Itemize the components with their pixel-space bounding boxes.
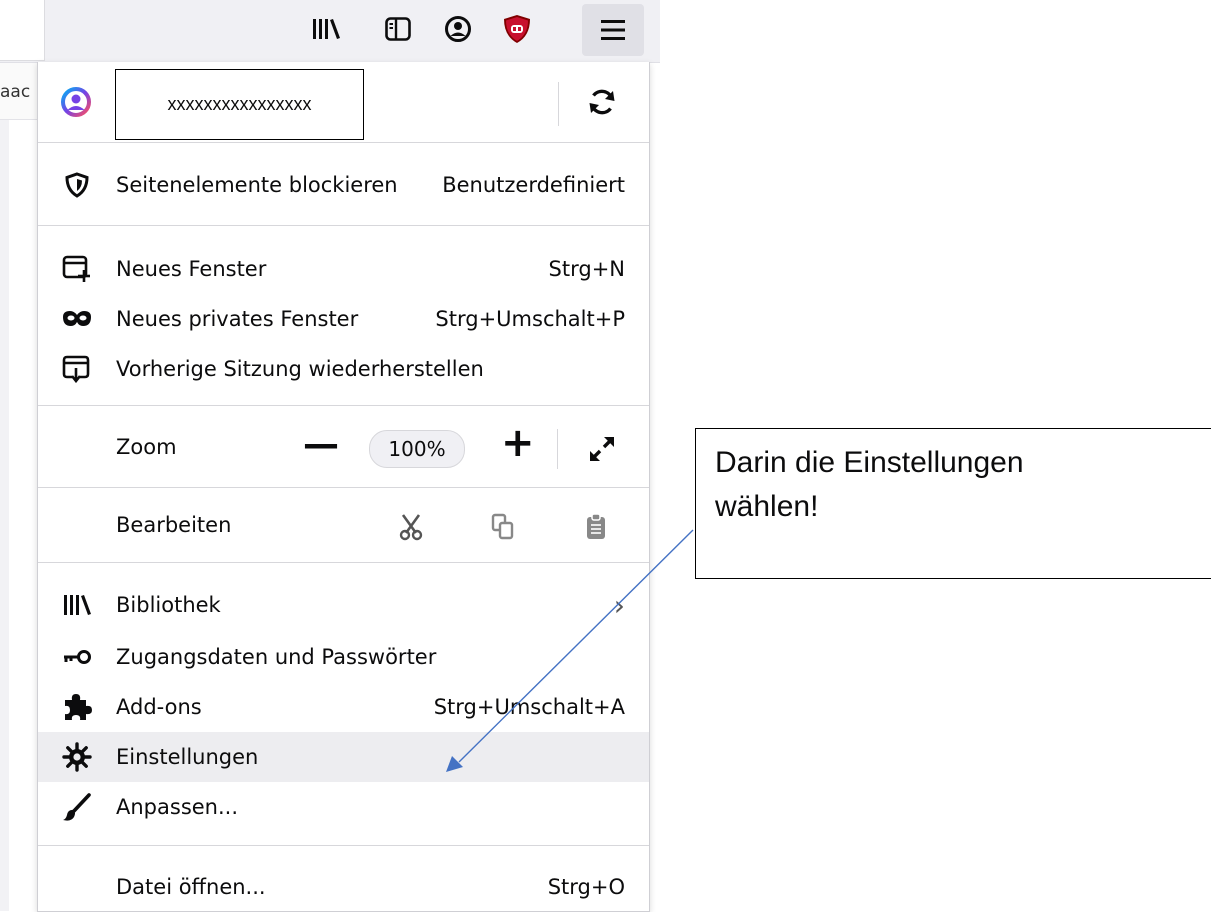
settings-item[interactable]: Einstellungen bbox=[38, 732, 649, 782]
addons-label: Add-ons bbox=[116, 695, 202, 719]
annotation-line-1: Darin die Einstellungen bbox=[715, 446, 1024, 479]
sidebar-icon[interactable] bbox=[378, 8, 418, 50]
hamburger-menu-icon[interactable] bbox=[582, 4, 644, 56]
paintbrush-icon bbox=[59, 789, 95, 825]
open-file-label: Datei öffnen... bbox=[116, 875, 266, 899]
addons-shortcut: Strg+Umschalt+A bbox=[433, 695, 625, 719]
tracking-label: Seitenelemente blockieren bbox=[116, 173, 398, 197]
cut-icon[interactable] bbox=[393, 509, 429, 545]
zoom-reset-button[interactable]: 100% bbox=[369, 430, 465, 468]
new-window-icon bbox=[59, 251, 95, 287]
shield-icon bbox=[59, 167, 95, 203]
restore-session-icon bbox=[59, 351, 95, 387]
account-icon[interactable] bbox=[438, 8, 478, 50]
key-icon bbox=[59, 639, 95, 675]
open-file-shortcut: Strg+O bbox=[547, 875, 625, 899]
private-window-item[interactable]: Neues privates Fenster Strg+Umschalt+P bbox=[38, 294, 649, 344]
menu-separator bbox=[38, 562, 649, 563]
zoom-in-button[interactable]: + bbox=[501, 420, 535, 466]
customize-label: Anpassen... bbox=[116, 795, 239, 819]
addons-item[interactable]: Add-ons Strg+Umschalt+A bbox=[38, 682, 649, 732]
paste-icon[interactable] bbox=[578, 509, 614, 545]
library-icon bbox=[59, 587, 95, 623]
logins-item[interactable]: Zugangsdaten und Passwörter bbox=[38, 632, 649, 682]
fullscreen-icon[interactable] bbox=[584, 431, 620, 467]
open-file-item[interactable]: Datei öffnen... Strg+O bbox=[38, 862, 649, 912]
tracking-value: Benutzerdefiniert bbox=[442, 173, 625, 197]
menu-separator bbox=[38, 845, 649, 846]
restore-session-label: Vorherige Sitzung wiederherstellen bbox=[116, 357, 484, 381]
customize-item[interactable]: Anpassen... bbox=[38, 782, 649, 832]
logins-label: Zugangsdaten und Passwörter bbox=[116, 645, 437, 669]
gear-icon bbox=[59, 739, 95, 775]
app-menu-panel: xxxxxxxxxxxxxxxx Seitenelemente blockier… bbox=[37, 62, 650, 912]
tracking-protection-item[interactable]: Seitenelemente blockieren Benutzerdefini… bbox=[38, 160, 649, 210]
annotation-callout: Darin die Einstellungen wählen! bbox=[695, 428, 1211, 579]
edit-label: Bearbeiten bbox=[116, 513, 232, 537]
browser-toolbar bbox=[0, 0, 660, 63]
ublock-icon[interactable] bbox=[497, 8, 537, 50]
account-email: xxxxxxxxxxxxxxxx bbox=[115, 69, 364, 140]
menu-separator bbox=[38, 487, 649, 488]
private-window-label: Neues privates Fenster bbox=[116, 307, 359, 331]
copy-icon[interactable] bbox=[485, 509, 521, 545]
library-icon[interactable] bbox=[306, 8, 346, 50]
library-item[interactable]: Bibliothek › bbox=[38, 580, 649, 630]
zoom-row: Zoom — 100% + bbox=[38, 420, 649, 476]
menu-separator bbox=[38, 225, 649, 226]
page-content-edge bbox=[0, 120, 9, 911]
account-avatar-icon bbox=[58, 84, 94, 120]
sync-divider bbox=[558, 82, 559, 126]
zoom-divider bbox=[557, 429, 558, 469]
new-window-item[interactable]: Neues Fenster Strg+N bbox=[38, 244, 649, 294]
url-bar[interactable] bbox=[0, 0, 45, 61]
new-window-shortcut: Strg+N bbox=[548, 257, 625, 281]
bookmark-partial-text[interactable]: aac bbox=[0, 82, 30, 102]
restore-session-item[interactable]: Vorherige Sitzung wiederherstellen bbox=[38, 344, 649, 394]
new-window-label: Neues Fenster bbox=[116, 257, 267, 281]
private-window-shortcut: Strg+Umschalt+P bbox=[435, 307, 625, 331]
sync-icon[interactable] bbox=[584, 84, 620, 120]
zoom-label: Zoom bbox=[116, 435, 177, 459]
edit-row: Bearbeiten bbox=[38, 500, 649, 554]
puzzle-icon bbox=[59, 689, 95, 725]
library-label: Bibliothek bbox=[116, 593, 221, 617]
chevron-right-icon: › bbox=[613, 588, 625, 622]
annotation-line-2: wählen! bbox=[715, 490, 819, 523]
private-mask-icon bbox=[59, 301, 95, 337]
menu-separator bbox=[38, 405, 649, 406]
account-row[interactable]: xxxxxxxxxxxxxxxx bbox=[38, 62, 649, 142]
settings-label: Einstellungen bbox=[116, 745, 259, 769]
zoom-out-button[interactable]: — bbox=[303, 424, 339, 465]
menu-separator bbox=[38, 142, 649, 143]
